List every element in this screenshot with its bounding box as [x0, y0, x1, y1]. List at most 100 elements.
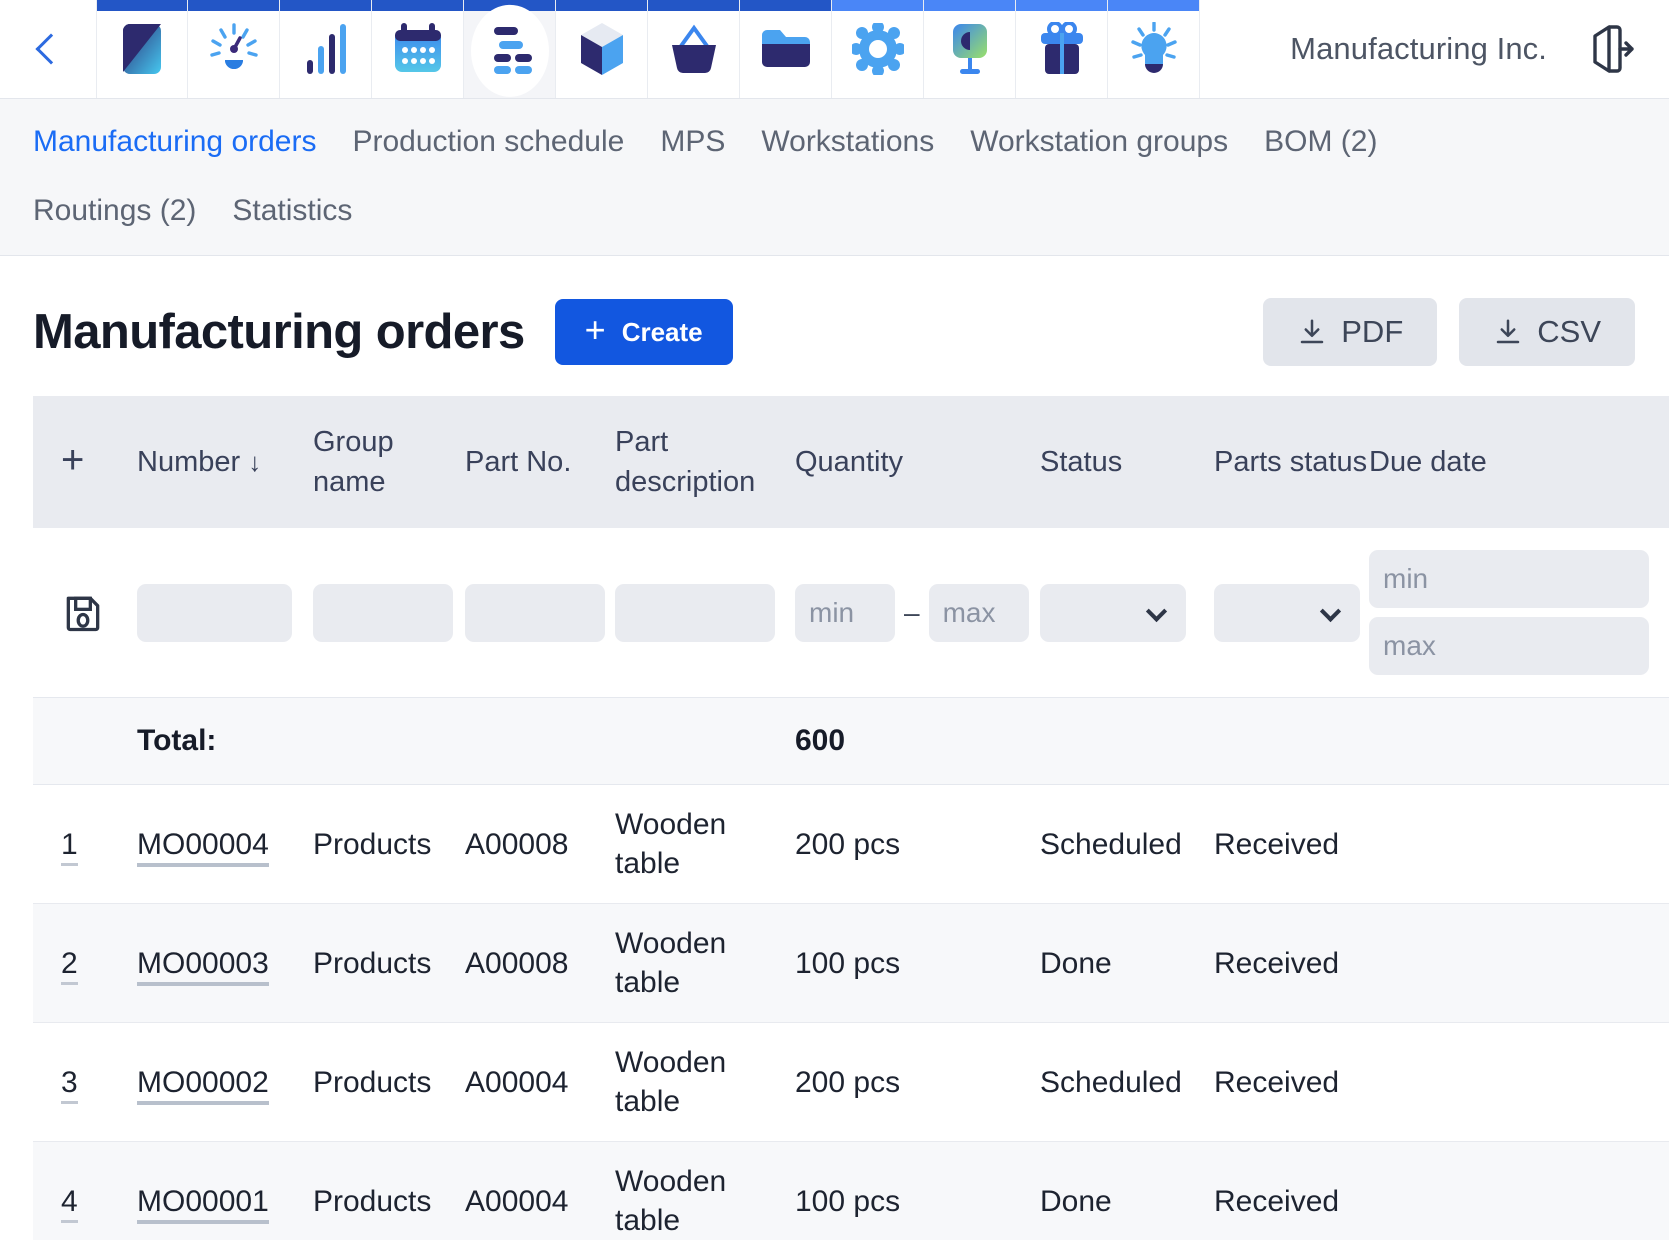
row-quantity: 200 pcs	[795, 1023, 1040, 1142]
row-number-cell[interactable]: MO00001	[137, 1142, 313, 1240]
page-title: Manufacturing orders	[33, 304, 525, 360]
filter-number-input[interactable]	[137, 584, 292, 642]
row-number-cell[interactable]: MO00002	[137, 1023, 313, 1142]
table-body: –	[33, 528, 1669, 1240]
app-toolbar: Manufacturing Inc.	[0, 0, 1669, 99]
header-group-name[interactable]: Group name	[313, 396, 465, 528]
save-filter-cell[interactable]	[33, 528, 137, 698]
row-part-no: A00004	[465, 1023, 615, 1142]
table-row[interactable]: 3 MO00002 Products A00004 Wooden table 2…	[33, 1023, 1669, 1142]
app-icon-manufacturing[interactable]	[464, 0, 556, 98]
order-number-link[interactable]: MO00004	[137, 828, 269, 867]
filter-due-date-max-input[interactable]	[1369, 617, 1649, 675]
table-row[interactable]: 2 MO00003 Products A00008 Wooden table 1…	[33, 904, 1669, 1023]
filter-due-date-min-input[interactable]	[1369, 550, 1649, 608]
insights-icon	[207, 22, 261, 76]
logout-icon[interactable]	[1589, 24, 1635, 74]
filter-part-no-input[interactable]	[465, 584, 605, 642]
app-icon-analytics[interactable]	[280, 0, 372, 98]
row-number-cell[interactable]: MO00003	[137, 904, 313, 1023]
table-row[interactable]: 4 MO00001 Products A00004 Wooden table 1…	[33, 1142, 1669, 1240]
tab-indicator-bar	[97, 0, 187, 11]
row-due-date	[1369, 785, 1669, 904]
filter-parts-status-select[interactable]	[1214, 584, 1360, 642]
save-icon[interactable]	[61, 590, 105, 636]
filter-quantity-min-input[interactable]	[795, 584, 895, 642]
tab-manufacturing-orders[interactable]: Manufacturing orders	[33, 125, 316, 158]
table-row[interactable]: 1 MO00004 Products A00008 Wooden table 2…	[33, 785, 1669, 904]
header-part-description[interactable]: Part description	[615, 396, 795, 528]
tab-routings[interactable]: Routings (2)	[33, 194, 196, 227]
download-icon	[1297, 317, 1327, 347]
header-due-date[interactable]: Due date	[1369, 396, 1669, 528]
header-number[interactable]: Number ↓	[137, 396, 313, 528]
header-parts-status[interactable]: Parts status	[1214, 396, 1369, 528]
row-status: Done	[1040, 904, 1214, 1023]
header-status[interactable]: Status	[1040, 396, 1214, 528]
row-index: 4	[61, 1185, 78, 1223]
tab-mps[interactable]: MPS	[660, 125, 725, 158]
app-icon-gift[interactable]	[1016, 0, 1108, 98]
app-icon-dashboard[interactable]	[96, 0, 188, 98]
tab-indicator-bar	[556, 0, 647, 11]
plus-icon[interactable]: +	[61, 440, 84, 480]
add-column-header[interactable]: +	[33, 396, 137, 528]
app-icon-inventory[interactable]	[556, 0, 648, 98]
filter-status-select[interactable]	[1040, 584, 1186, 642]
tab-workstations[interactable]: Workstations	[761, 125, 934, 158]
tab-indicator-bar	[280, 0, 371, 11]
page-header: Manufacturing orders + Create PDF CSV	[0, 256, 1669, 396]
row-index: 2	[61, 947, 78, 985]
tab-indicator-bar	[924, 0, 1015, 11]
filter-group-name-input[interactable]	[313, 584, 453, 642]
app-icon-reports[interactable]	[924, 0, 1016, 98]
export-csv-button[interactable]: CSV	[1459, 298, 1635, 366]
row-parts-status: Received	[1214, 785, 1369, 904]
tab-indicator-bar	[1016, 0, 1107, 11]
header-part-no[interactable]: Part No.	[465, 396, 615, 528]
settings-icon	[852, 23, 904, 75]
tab-bom[interactable]: BOM (2)	[1264, 125, 1377, 158]
row-group-name: Products	[313, 904, 465, 1023]
app-icon-folder[interactable]	[740, 0, 832, 98]
row-due-date	[1369, 1023, 1669, 1142]
app-icon-insights[interactable]	[188, 0, 280, 98]
filter-status-cell	[1040, 528, 1214, 698]
tab-indicator-bar	[648, 0, 739, 11]
app-icon-settings[interactable]	[832, 0, 924, 98]
export-pdf-button[interactable]: PDF	[1263, 298, 1437, 366]
row-group-name: Products	[313, 1023, 465, 1142]
tab-indicator-bar	[188, 0, 279, 11]
back-button[interactable]	[0, 0, 96, 98]
order-number-link[interactable]: MO00001	[137, 1185, 269, 1224]
app-icon-ideas[interactable]	[1108, 0, 1200, 98]
calendar-icon	[392, 22, 444, 76]
export-csv-label: CSV	[1537, 314, 1601, 350]
tab-workstation-groups[interactable]: Workstation groups	[970, 125, 1228, 158]
tab-statistics[interactable]: Statistics	[232, 194, 352, 227]
row-number-cell[interactable]: MO00004	[137, 785, 313, 904]
table-header-row: + Number ↓ Group name Part No. Part desc…	[33, 396, 1669, 528]
row-group-name: Products	[313, 785, 465, 904]
total-label: Total:	[137, 698, 313, 785]
order-number-link[interactable]: MO00003	[137, 947, 269, 986]
row-part-description: Wooden table	[615, 1142, 795, 1240]
chevron-left-icon	[35, 33, 66, 64]
app-icon-sales[interactable]	[648, 0, 740, 98]
manufacturing-icon	[483, 23, 537, 75]
tab-indicator-bar	[740, 0, 831, 11]
total-parts-status	[1214, 698, 1369, 785]
download-icon	[1493, 317, 1523, 347]
filter-quantity-cell: –	[795, 528, 1040, 698]
total-group-name	[313, 698, 465, 785]
row-part-description: Wooden table	[615, 785, 795, 904]
header-quantity[interactable]: Quantity	[795, 396, 1040, 528]
app-icon-calendar[interactable]	[372, 0, 464, 98]
filter-part-description-input[interactable]	[615, 584, 775, 642]
filter-group-name-cell	[313, 528, 465, 698]
row-status: Scheduled	[1040, 1023, 1214, 1142]
filter-quantity-max-input[interactable]	[929, 584, 1029, 642]
tab-production-schedule[interactable]: Production schedule	[352, 125, 624, 158]
order-number-link[interactable]: MO00002	[137, 1066, 269, 1105]
create-button[interactable]: + Create	[555, 299, 733, 365]
